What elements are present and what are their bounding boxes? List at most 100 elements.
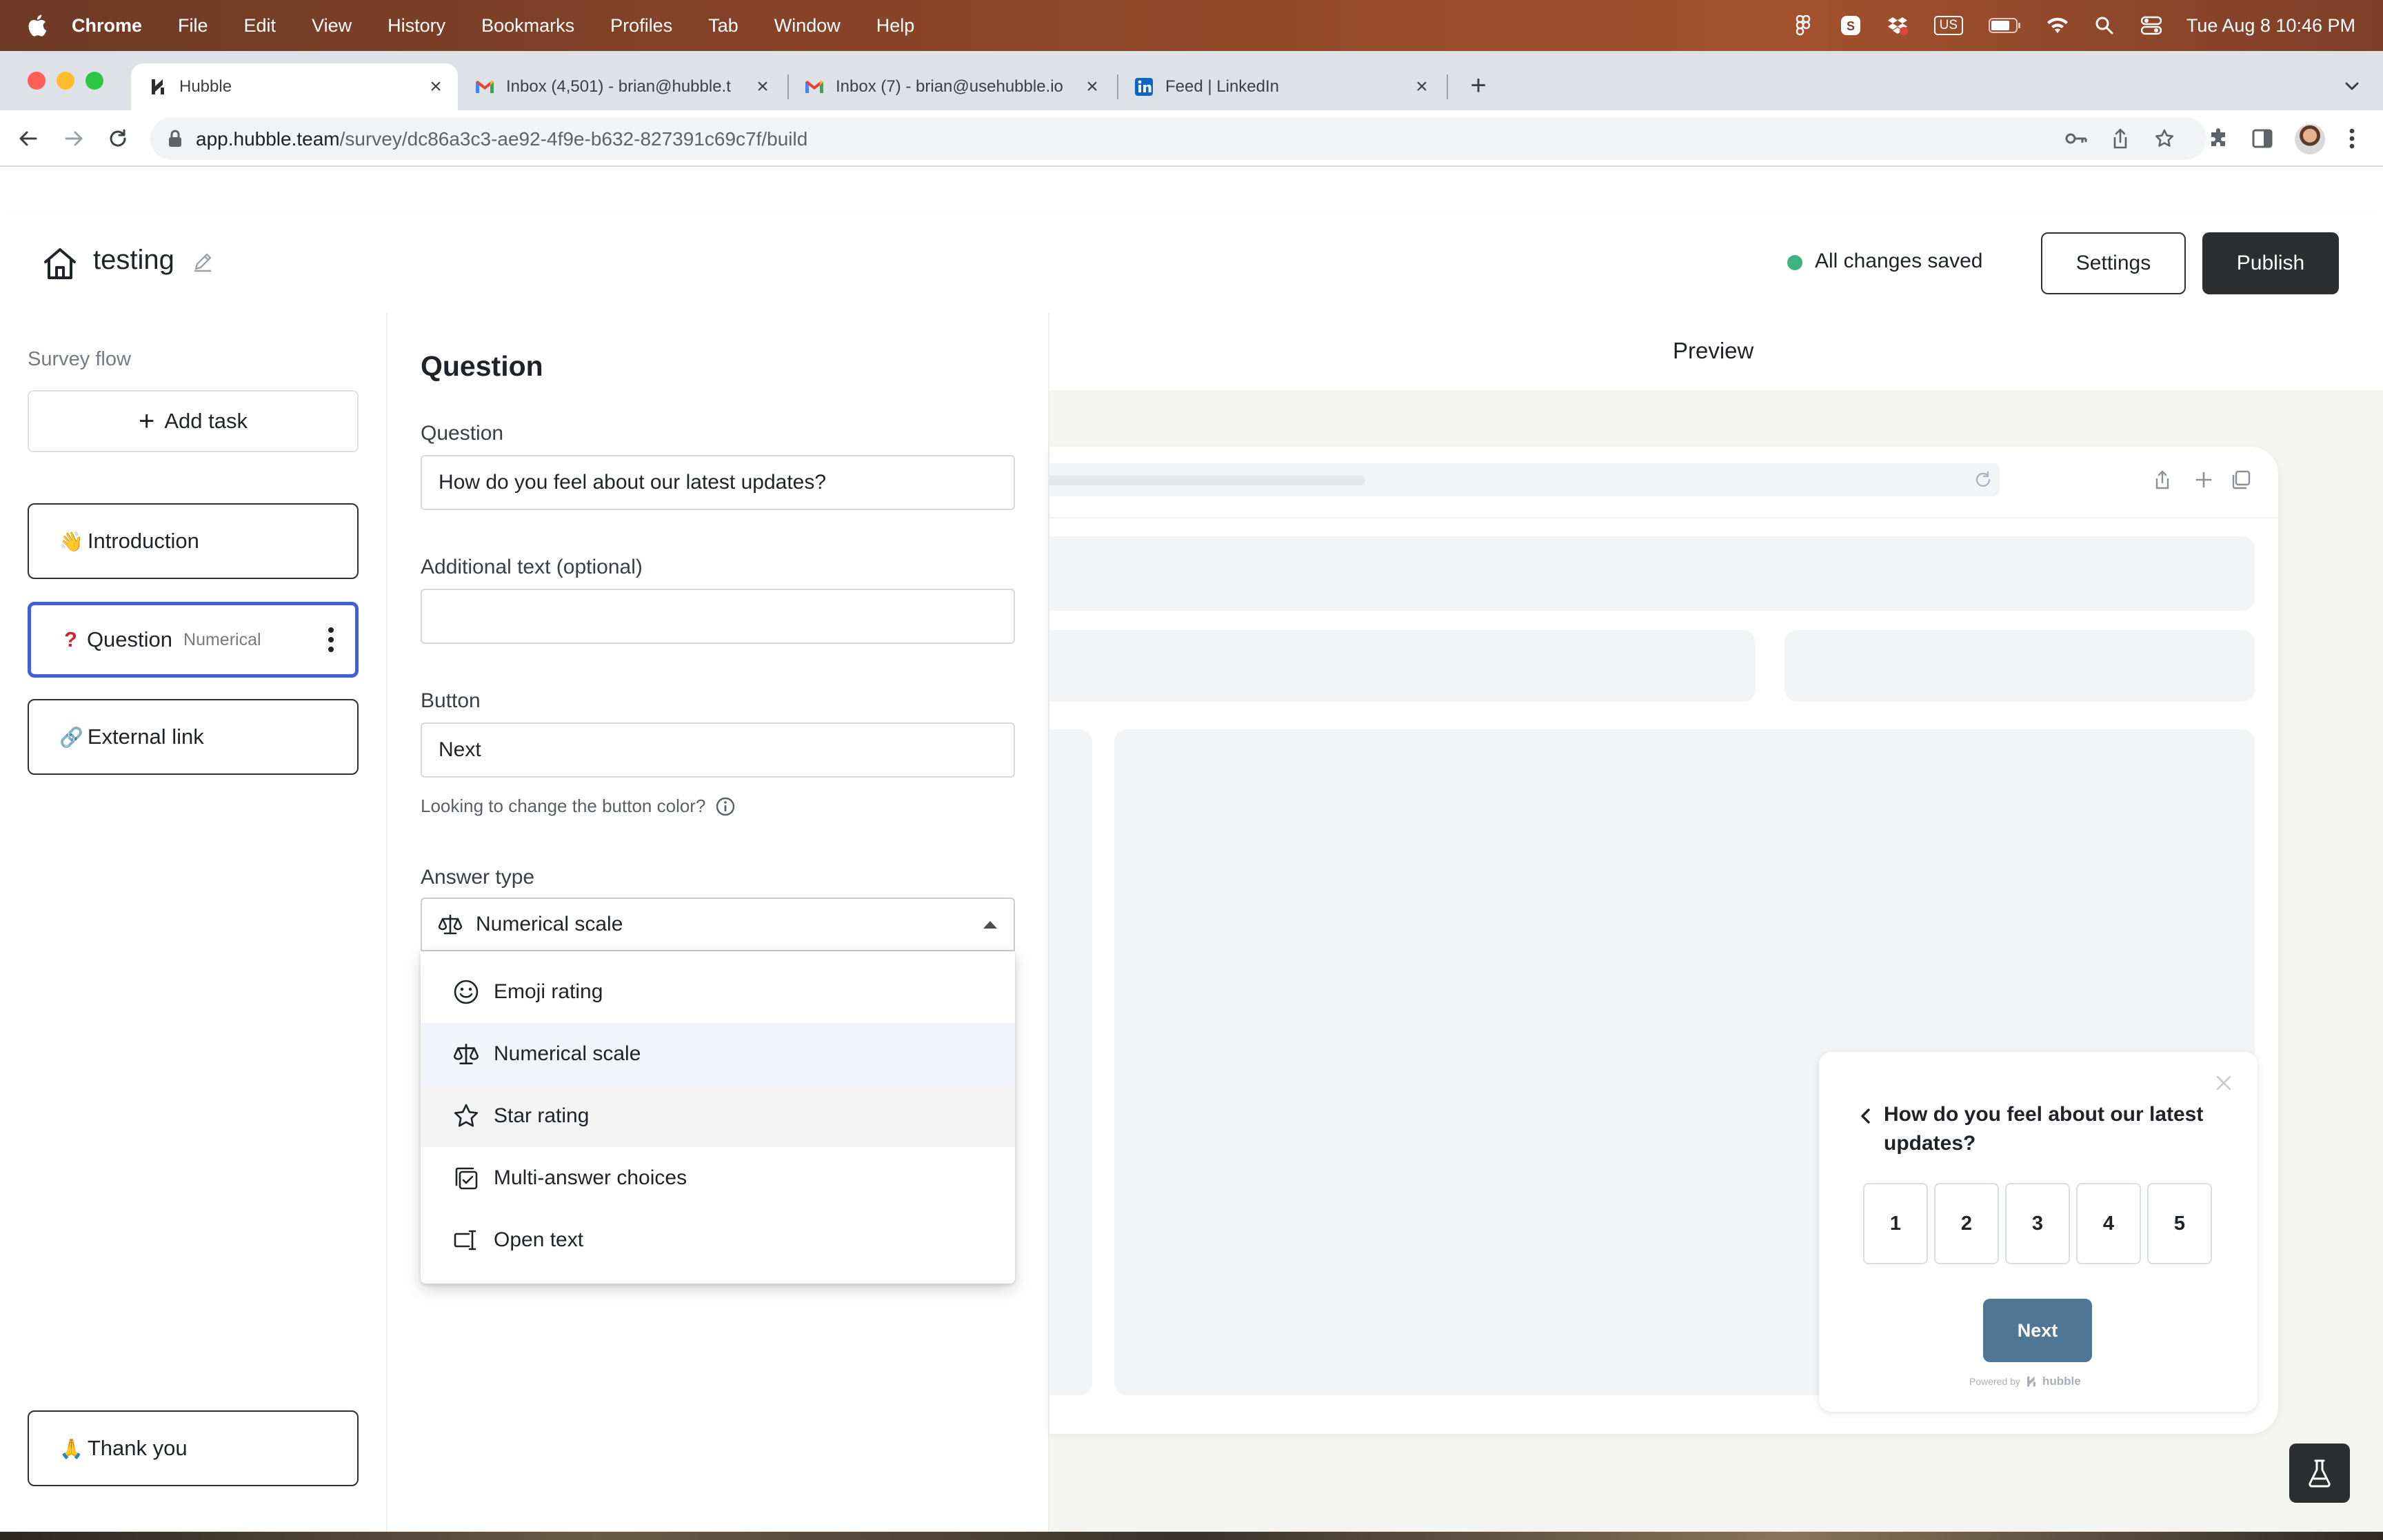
input-source-label: US (1933, 16, 1964, 35)
flow-item-thank-you[interactable]: 🙏 Thank you (28, 1410, 359, 1486)
menu-tab[interactable]: Tab (708, 15, 738, 37)
new-tab-button[interactable]: + (1465, 72, 1492, 99)
dropbox-icon[interactable] (1886, 14, 1909, 37)
answer-type-value: Numerical scale (476, 913, 623, 935)
side-panel-icon[interactable] (2251, 127, 2274, 150)
question-mark-icon: ? (64, 627, 77, 651)
url-text[interactable]: app.hubble.team/survey/dc86a3c3-ae92-4f9… (196, 128, 807, 150)
menu-clock[interactable]: Tue Aug 8 10:46 PM (2186, 15, 2355, 37)
close-tab-icon[interactable]: × (1412, 77, 1431, 97)
menu-profiles[interactable]: Profiles (610, 15, 672, 37)
address-bar[interactable]: app.hubble.team/survey/dc86a3c3-ae92-4f9… (150, 117, 2206, 160)
settings-button[interactable]: Settings (2041, 232, 2186, 294)
flow-item-introduction[interactable]: 👋 Introduction (28, 503, 359, 579)
close-tab-icon[interactable]: × (753, 77, 772, 97)
flow-item-external-link[interactable]: 🔗 External link (28, 699, 359, 775)
add-task-button[interactable]: + Add task (28, 390, 359, 452)
forward-button[interactable] (61, 125, 87, 152)
extensions-icon[interactable] (2206, 127, 2230, 150)
url-path: /survey/dc86a3c3-ae92-4f9e-b632-827391c6… (339, 128, 808, 150)
scale-option-3[interactable]: 3 (2005, 1183, 2070, 1264)
window-close-button[interactable] (28, 72, 46, 90)
test-mode-button[interactable] (2289, 1443, 2350, 1503)
question-input[interactable]: How do you feel about our latest updates… (421, 455, 1015, 510)
wifi-icon[interactable] (2046, 14, 2069, 37)
chrome-menu-icon[interactable] (2340, 127, 2364, 150)
menu-edit[interactable]: Edit (244, 15, 276, 37)
arrow-right-icon (65, 131, 83, 146)
additional-text-input[interactable] (421, 589, 1015, 644)
tab-hubble[interactable]: Hubble × (131, 63, 458, 110)
skeleton-block (1784, 630, 2255, 702)
powered-by-label: Powered by (1969, 1376, 2020, 1387)
close-tab-icon[interactable]: × (426, 77, 445, 97)
scale-option-2[interactable]: 2 (1934, 1183, 1999, 1264)
option-star-rating[interactable]: Star rating (421, 1085, 1015, 1147)
menu-app-name[interactable]: Chrome (72, 15, 142, 37)
powered-by-hubble[interactable]: Powered by hubble (1969, 1375, 2081, 1388)
wave-emoji-icon: 👋 (59, 530, 83, 552)
menu-help[interactable]: Help (876, 15, 915, 37)
skype-icon[interactable]: S (1839, 14, 1862, 37)
star-icon (454, 1104, 479, 1127)
plus-icon: + (139, 406, 155, 436)
arrow-left-icon (19, 131, 37, 146)
share-icon[interactable] (2109, 127, 2132, 150)
close-icon[interactable] (2215, 1074, 2233, 1092)
scale-option-1[interactable]: 1 (1863, 1183, 1928, 1264)
control-center-icon[interactable] (2140, 14, 2163, 37)
menu-file[interactable]: File (178, 15, 208, 37)
linkedin-icon (1134, 77, 1154, 97)
menu-history[interactable]: History (388, 15, 445, 37)
answer-type-select[interactable]: Numerical scale (421, 898, 1015, 951)
option-emoji-rating[interactable]: Emoji rating (421, 961, 1015, 1023)
survey-title[interactable]: testing (93, 245, 174, 276)
widget-next-button[interactable]: Next (1983, 1299, 2092, 1362)
app-header (0, 214, 2383, 313)
battery-icon[interactable] (1988, 14, 2022, 37)
tab-gmail-2[interactable]: Inbox (7) - brian@usehubble.io × (787, 63, 1114, 110)
bookmark-star-icon[interactable] (2153, 127, 2176, 150)
tab-linkedin[interactable]: Feed | LinkedIn × (1117, 63, 1444, 110)
preview-title: Preview (1673, 338, 1754, 363)
answer-type-label: Answer type (421, 866, 535, 889)
option-multi-answer[interactable]: Multi-answer choices (421, 1147, 1015, 1209)
flow-item-question[interactable]: ? Question Numerical (28, 602, 359, 678)
tab-title: Hubble (179, 77, 232, 96)
menu-view[interactable]: View (312, 15, 352, 37)
apple-icon[interactable] (26, 14, 47, 37)
password-key-icon[interactable] (2064, 127, 2088, 150)
scale-option-4[interactable]: 4 (2076, 1183, 2141, 1264)
info-icon[interactable] (715, 796, 736, 817)
button-text-input[interactable]: Next (421, 722, 1015, 778)
more-options-icon[interactable] (328, 626, 334, 654)
tab-gmail-1[interactable]: Inbox (4,501) - brian@hubble.t × (458, 63, 785, 110)
reload-button[interactable] (105, 125, 131, 152)
pencil-edit-icon[interactable] (192, 251, 214, 273)
profile-avatar[interactable] (2295, 124, 2325, 154)
back-button[interactable] (15, 125, 41, 152)
option-numerical-scale[interactable]: Numerical scale (421, 1023, 1015, 1085)
option-label: Star rating (494, 1104, 590, 1127)
link-emoji-icon: 🔗 (59, 726, 83, 748)
option-label: Multi-answer choices (494, 1166, 687, 1189)
window-minimize-button[interactable] (57, 72, 74, 90)
close-tab-icon[interactable]: × (1083, 77, 1102, 97)
lock-icon[interactable] (167, 129, 183, 148)
scale-option-5[interactable]: 5 (2147, 1183, 2212, 1264)
text-cursor-icon (454, 1230, 476, 1250)
tab-search-chevron-icon[interactable] (2340, 74, 2364, 98)
spotlight-search-icon[interactable] (2093, 14, 2116, 37)
option-label: Emoji rating (494, 980, 603, 1003)
keyboard-input-icon[interactable]: US (1933, 14, 1964, 37)
chevron-left-icon[interactable] (1859, 1107, 1873, 1125)
option-open-text[interactable]: Open text (421, 1209, 1015, 1271)
figma-icon[interactable] (1792, 14, 1816, 37)
window-zoom-button[interactable] (86, 72, 103, 90)
save-status-dot (1787, 255, 1802, 270)
menu-bookmarks[interactable]: Bookmarks (481, 15, 574, 37)
home-icon[interactable] (43, 247, 77, 280)
menu-window[interactable]: Window (774, 15, 841, 37)
publish-button[interactable]: Publish (2202, 232, 2339, 294)
gmail-icon (474, 77, 495, 97)
